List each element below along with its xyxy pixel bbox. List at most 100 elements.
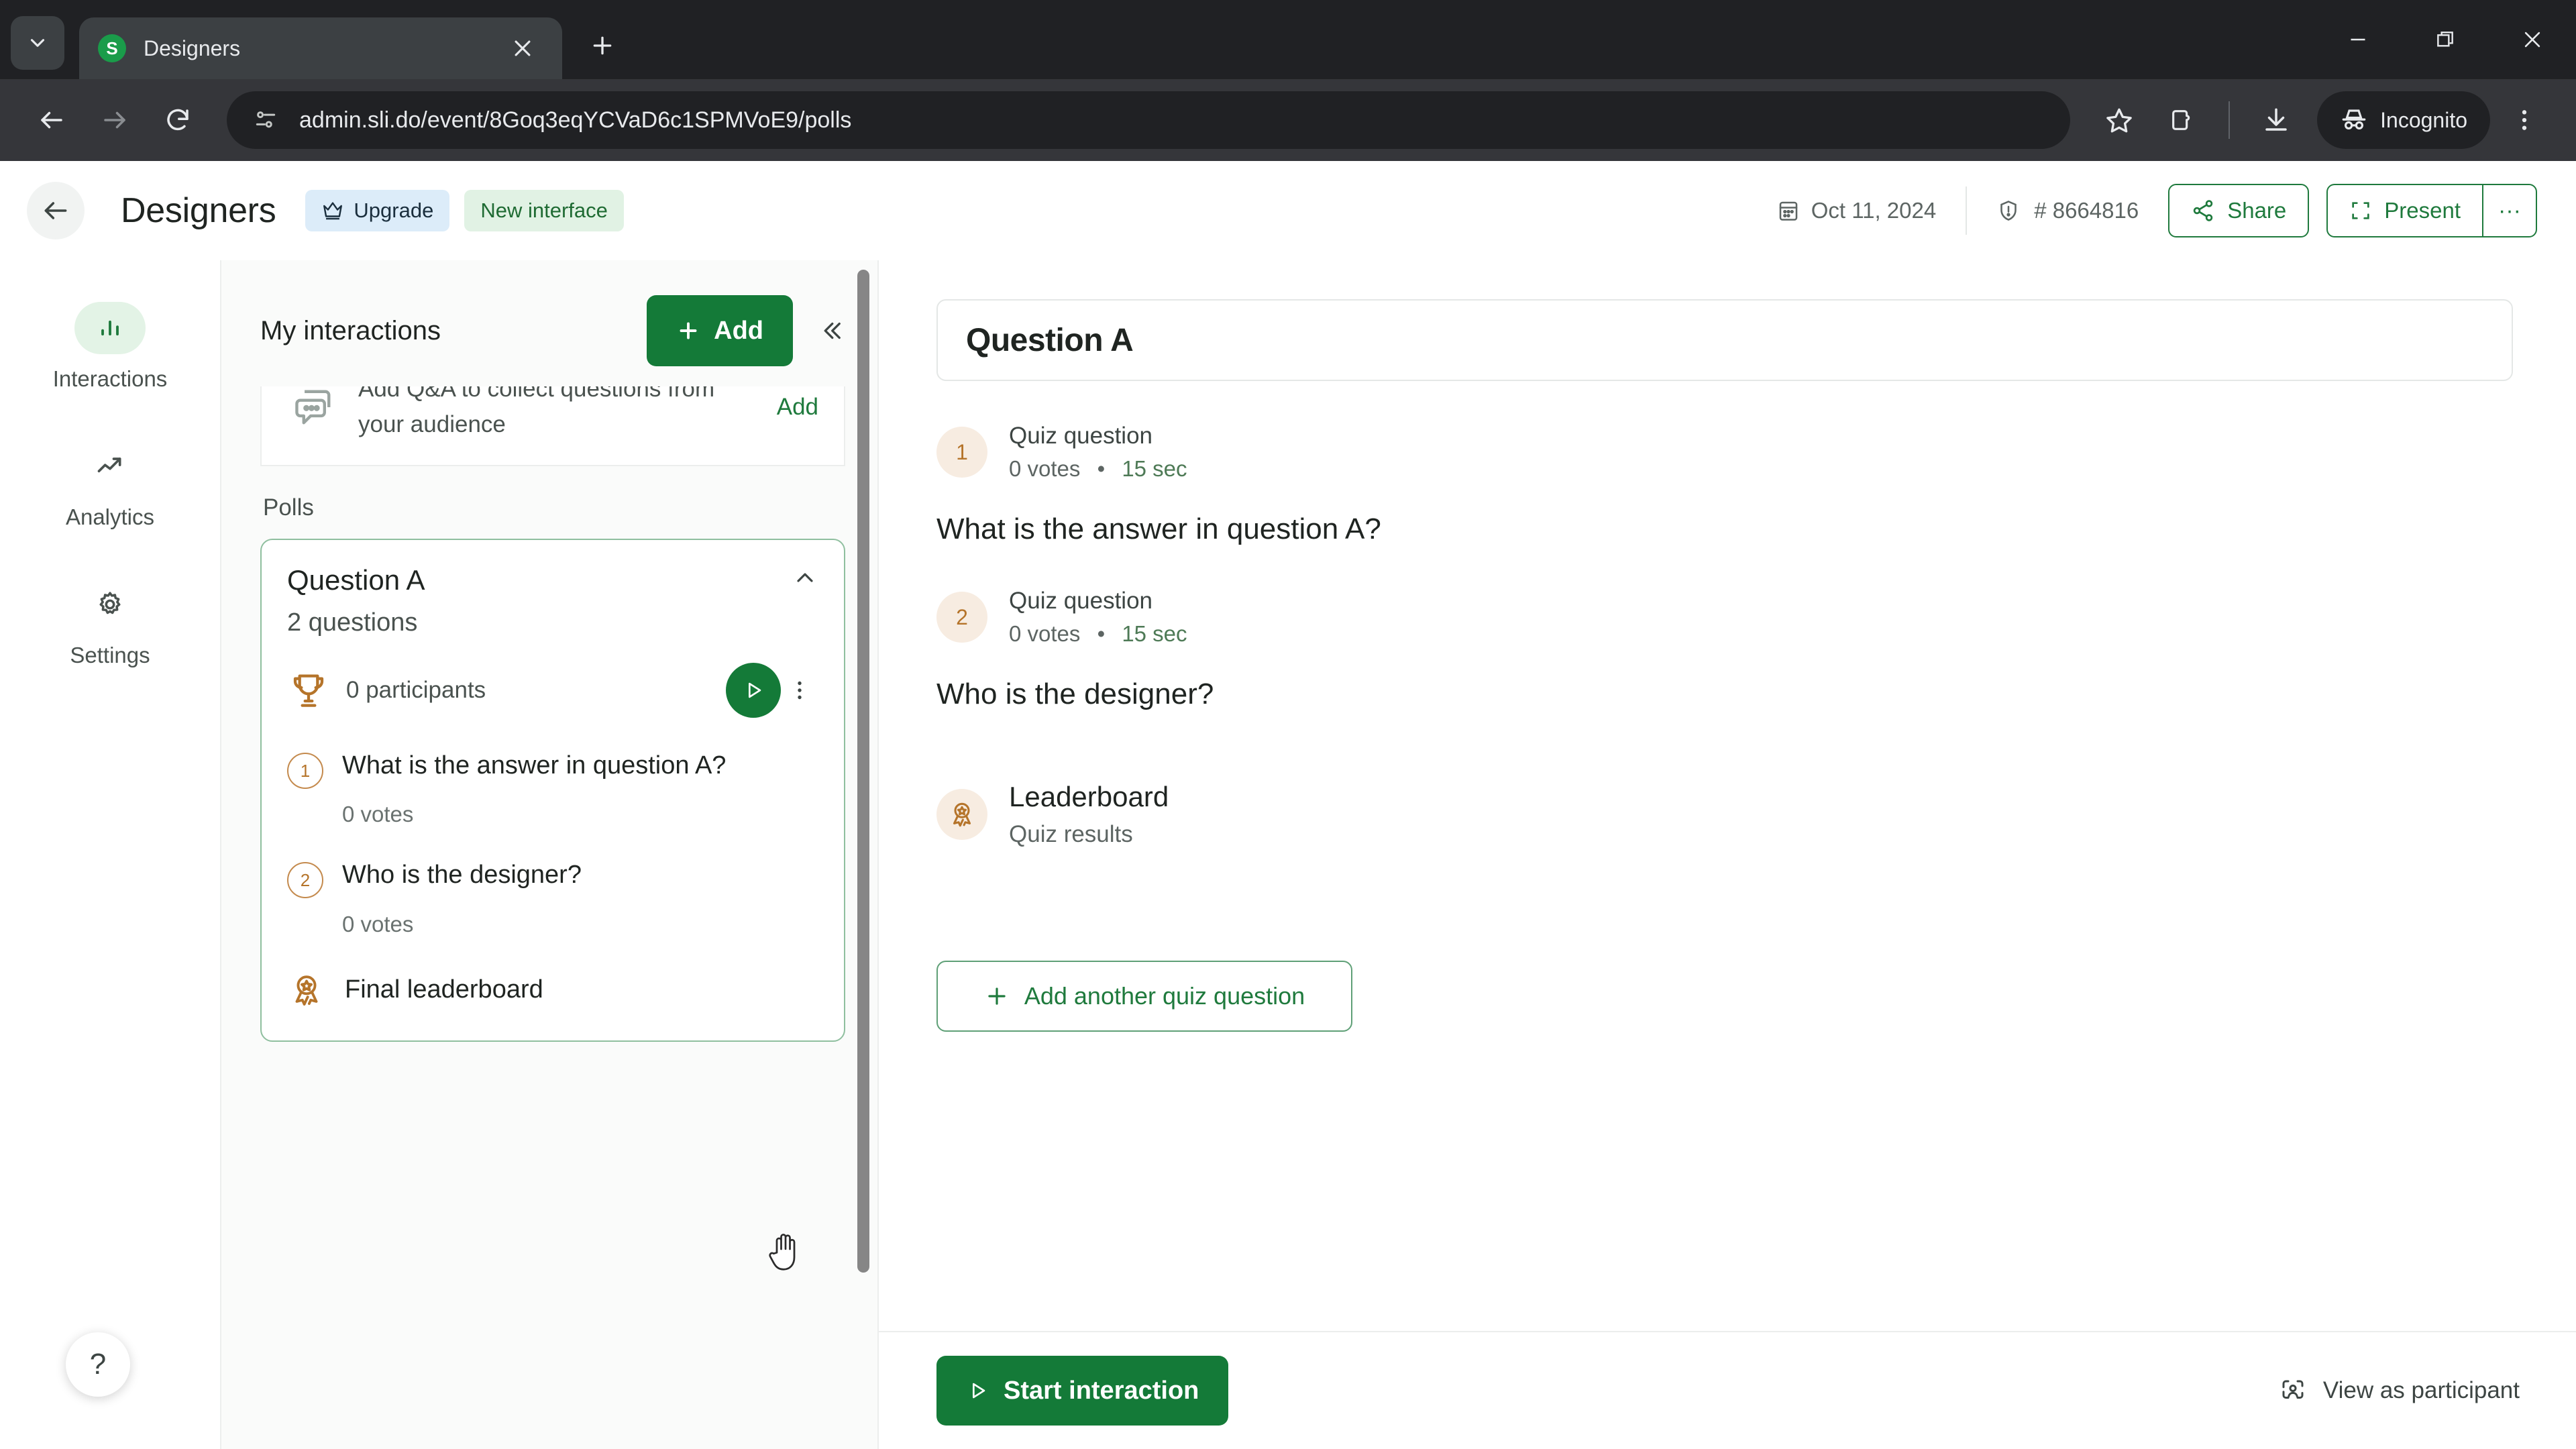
poll-question-votes: 0 votes	[342, 911, 414, 936]
sidebar-item-analytics[interactable]: Analytics	[0, 440, 220, 530]
leaderboard-row[interactable]: Leaderboard Quiz results	[936, 781, 2522, 848]
app-header: Designers Upgrade New interface Oct 11, …	[0, 161, 2576, 260]
event-date[interactable]: Oct 11, 2024	[1776, 198, 1937, 223]
sidebar-item-label: Analytics	[65, 504, 155, 529]
new-interface-badge[interactable]: New interface	[464, 190, 624, 231]
reload-icon[interactable]	[149, 91, 207, 149]
add-interaction-button[interactable]: Add	[647, 295, 793, 366]
view-as-participant-button[interactable]: View as participant	[2279, 1377, 2520, 1405]
interactions-scroll-area[interactable]: Add Q&A to collect questions from your a…	[221, 386, 877, 1449]
add-another-quiz-question-button[interactable]: Add another quiz question	[936, 961, 1352, 1032]
poll-card-title: Question A	[287, 564, 425, 596]
present-button-group: Present ···	[2326, 184, 2537, 237]
slido-favicon: S	[98, 34, 126, 62]
panel-scrollbar[interactable]	[855, 270, 872, 1395]
poll-card[interactable]: Question A 2 questions 0 participants 1 …	[260, 539, 845, 1042]
qa-add-link[interactable]: Add	[777, 394, 818, 421]
poll-card-meta: 0 participants	[287, 663, 818, 718]
window-controls	[2314, 0, 2576, 79]
question-mark-icon: ?	[89, 1348, 107, 1381]
close-window-icon[interactable]	[2489, 0, 2576, 79]
more-options-button[interactable]: ···	[2482, 184, 2537, 237]
close-icon[interactable]	[511, 37, 543, 60]
poll-question-votes: 0 votes	[342, 802, 414, 827]
add-another-quiz-question-label: Add another quiz question	[1024, 982, 1305, 1010]
panel-divider	[260, 465, 845, 466]
new-tab-button[interactable]	[578, 21, 627, 70]
question-number-badge: 2	[936, 592, 987, 643]
add-label: Add	[714, 316, 763, 345]
app-back-button[interactable]	[27, 182, 85, 239]
star-icon[interactable]	[2090, 91, 2148, 149]
stat-separator: •	[1097, 621, 1106, 646]
sidebar-item-label: Settings	[70, 643, 150, 667]
question-votes: 0 votes	[1009, 456, 1081, 481]
incognito-profile-button[interactable]: Incognito	[2317, 91, 2490, 149]
forward-arrow-icon[interactable]	[86, 91, 144, 149]
question-duration: 15 sec	[1122, 456, 1187, 481]
url-text: admin.sli.do/event/8Goq3eqYCVaD6c1SPMVoE…	[299, 107, 852, 133]
panel-scrollbar-thumb[interactable]	[857, 270, 869, 1273]
play-icon	[966, 1379, 989, 1402]
quiz-question-text[interactable]: Who is the designer?	[936, 678, 2522, 711]
sidebar-item-label: Interactions	[52, 366, 168, 391]
poll-leaderboard-row[interactable]: Final leaderboard	[287, 971, 818, 1010]
poll-options-icon[interactable]	[781, 678, 818, 702]
page-content: Designers Upgrade New interface Oct 11, …	[0, 161, 2576, 1449]
fullscreen-icon	[2349, 199, 2372, 222]
horizontal-dots-icon: ···	[2498, 197, 2521, 223]
crown-icon	[321, 199, 344, 222]
new-interface-label: New interface	[480, 199, 608, 222]
start-interaction-label: Start interaction	[1004, 1376, 1199, 1405]
browser-toolbar: admin.sli.do/event/8Goq3eqYCVaD6c1SPMVoE…	[0, 79, 2576, 161]
upgrade-badge[interactable]: Upgrade	[305, 190, 450, 231]
quiz-question-meta-row[interactable]: 1 Quiz question 0 votes • 15 sec	[936, 423, 2522, 482]
poll-question-body: Who is the designer? 0 votes	[342, 858, 818, 936]
share-button[interactable]: Share	[2168, 184, 2310, 237]
sidebar-item-settings[interactable]: Settings	[0, 578, 220, 668]
question-number-badge: 2	[287, 862, 323, 899]
minimize-icon[interactable]	[2314, 0, 2402, 79]
tab-strip: S Designers	[0, 0, 2576, 79]
present-button[interactable]: Present	[2326, 184, 2482, 237]
quiz-question-text[interactable]: What is the answer in question A?	[936, 513, 2522, 546]
page-settings-icon[interactable]	[247, 101, 284, 139]
leaderboard-subtitle: Quiz results	[1009, 821, 1133, 847]
header-divider	[1966, 186, 1968, 235]
poll-question-row[interactable]: 1 What is the answer in question A? 0 vo…	[287, 749, 818, 827]
browser-tab[interactable]: S Designers	[79, 17, 562, 79]
tab-title: Designers	[144, 36, 241, 60]
page-title: Designers	[121, 191, 276, 230]
qa-suggestion-card[interactable]: Add Q&A to collect questions from your a…	[260, 386, 845, 465]
event-date-label: Oct 11, 2024	[1811, 198, 1937, 223]
address-bar[interactable]: admin.sli.do/event/8Goq3eqYCVaD6c1SPMVoE…	[227, 91, 2071, 149]
quiz-question-meta: Quiz question 0 votes • 15 sec	[1009, 423, 1187, 482]
help-button[interactable]: ?	[66, 1332, 130, 1397]
sidebar-item-interactions[interactable]: Interactions	[0, 302, 220, 392]
leaderboard-text: Leaderboard Quiz results	[1009, 781, 1169, 848]
start-interaction-button[interactable]: Start interaction	[936, 1356, 1229, 1426]
back-arrow-icon[interactable]	[23, 91, 80, 149]
award-ribbon-icon	[287, 971, 326, 1010]
stat-separator: •	[1097, 456, 1106, 481]
quiz-question-meta: Quiz question 0 votes • 15 sec	[1009, 588, 1187, 647]
extensions-icon[interactable]	[2153, 91, 2211, 149]
tab-search-icon[interactable]	[11, 16, 64, 70]
upgrade-label: Upgrade	[354, 199, 434, 222]
main-footer-bar: Start interaction View as participant	[879, 1331, 2576, 1449]
chevron-up-icon[interactable]	[792, 564, 818, 591]
quiz-question-meta-row[interactable]: 2 Quiz question 0 votes • 15 sec	[936, 588, 2522, 647]
event-code[interactable]: # 8664816	[1996, 198, 2139, 223]
poll-question-text: What is the answer in question A?	[342, 751, 727, 780]
poll-question-row[interactable]: 2 Who is the designer? 0 votes	[287, 858, 818, 936]
download-icon[interactable]	[2247, 91, 2305, 149]
maximize-icon[interactable]	[2402, 0, 2489, 79]
participant-view-icon	[2279, 1377, 2307, 1405]
gear-icon	[74, 578, 146, 631]
double-chevron-left-icon[interactable]	[817, 317, 845, 345]
three-dot-menu-icon[interactable]	[2496, 91, 2553, 149]
interaction-title-input[interactable]: Question A	[936, 299, 2513, 381]
qa-suggestion-text: Add Q&A to collect questions from your a…	[358, 386, 715, 437]
plus-icon	[676, 319, 700, 343]
start-poll-button[interactable]	[726, 663, 781, 718]
